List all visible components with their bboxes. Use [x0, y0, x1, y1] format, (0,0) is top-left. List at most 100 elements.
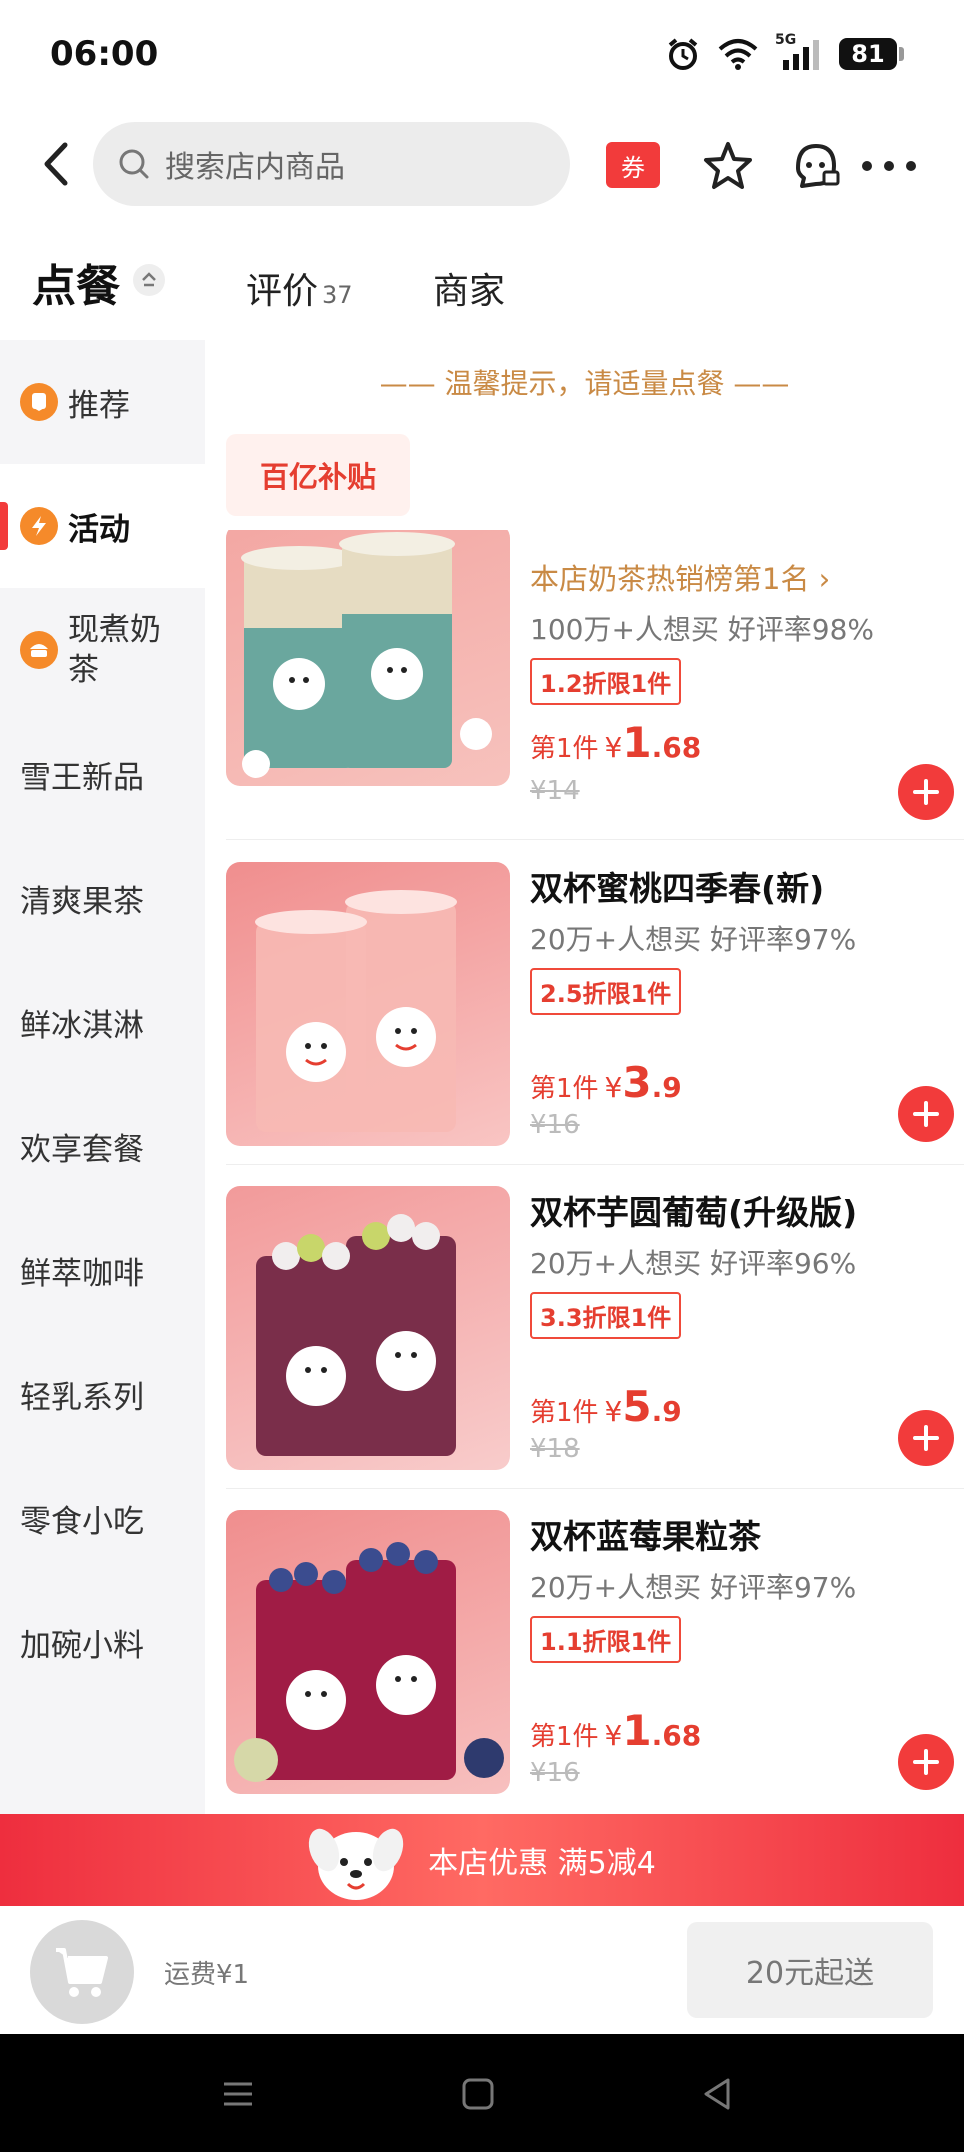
tab-review-label: 评价	[246, 271, 319, 312]
cart-button[interactable]	[30, 1920, 134, 2024]
sidebar-item-fruit-tea[interactable]: 清爽果茶	[0, 836, 205, 960]
menu-icon[interactable]	[216, 2072, 260, 2116]
discount-tag: 1.1折限1件	[530, 1616, 682, 1663]
delivery-fee: 运费¥1	[164, 1960, 250, 1990]
price-line: 第1件 ¥1.68	[530, 1706, 701, 1755]
price-symbol: ¥	[604, 1719, 623, 1752]
sidebar-item-activity[interactable]: 活动	[0, 464, 205, 588]
sidebar-item-toppings[interactable]: 加碗小料	[0, 1580, 205, 1704]
product-image[interactable]	[226, 530, 510, 786]
product-image[interactable]	[226, 1186, 510, 1470]
price-prefix: 第1件	[530, 734, 599, 764]
sidebar-item-new[interactable]: 雪王新品	[0, 712, 205, 836]
price-prefix: 第1件	[530, 1398, 599, 1428]
divider	[226, 1488, 964, 1489]
subsidy-tag[interactable]: 百亿补贴	[226, 434, 410, 516]
store-tabs: 点餐 评价 37 商家	[0, 250, 964, 320]
favorite-star-icon[interactable]	[700, 138, 756, 194]
coupon-button[interactable]: 券	[606, 142, 660, 188]
price-line: 第1件 ¥3.9	[530, 1058, 682, 1107]
more-dot-icon	[884, 161, 894, 171]
tab-review[interactable]: 评价 37	[246, 262, 353, 314]
product-image[interactable]	[226, 1510, 510, 1794]
add-to-cart-button[interactable]	[898, 1086, 954, 1142]
divider	[226, 1164, 964, 1165]
category-sidebar: 推荐 活动 现煮奶茶 雪王新品 清爽果茶 鲜冰淇淋 欢享套餐 鲜萃咖啡 轻乳系列…	[0, 340, 205, 1815]
price-main: 5	[622, 1382, 652, 1431]
tab-merchant[interactable]: 商家	[433, 262, 505, 314]
system-navigation-bar	[0, 2034, 964, 2152]
mascot-dog-icon	[308, 1828, 404, 1900]
add-to-cart-button[interactable]	[898, 1734, 954, 1790]
alarm-icon	[668, 38, 698, 70]
product-info: 本店奶茶热销榜第1名 › 100万+人想买 好评率98% 1.2折限1件	[530, 556, 950, 705]
more-options-button[interactable]	[862, 156, 916, 176]
product-list: 本店奶茶热销榜第1名 › 100万+人想买 好评率98% 1.2折限1件 第1件…	[205, 530, 964, 1815]
price-prefix: 第1件	[530, 1074, 599, 1104]
add-to-cart-button[interactable]	[898, 1410, 954, 1466]
product-card[interactable]: 双杯蓝莓果粒茶 20万+人想买 好评率97% 1.1折限1件 第1件 ¥1.68 …	[226, 1510, 956, 1810]
product-info: 双杯芋圆葡萄(升级版) 20万+人想买 好评率96% 3.3折限1件	[530, 1186, 950, 1339]
product-stats: 20万+人想买 好评率97%	[530, 1571, 857, 1604]
back-button[interactable]	[30, 138, 82, 190]
back-triangle-icon[interactable]	[696, 2072, 740, 2116]
price-decimal: .68	[651, 1719, 702, 1752]
min-order-button[interactable]: 20元起送	[687, 1922, 933, 2018]
original-price: ¥16	[530, 1110, 580, 1140]
price-symbol: ¥	[604, 1395, 623, 1428]
sidebar-item-snacks[interactable]: 零食小吃	[0, 1456, 205, 1580]
sidebar-item-label: 推荐	[68, 387, 130, 424]
lightning-icon	[20, 507, 58, 545]
product-stats: 100万+人想买 好评率98%	[530, 613, 875, 646]
product-info: 双杯蜜桃四季春(新) 20万+人想买 好评率97% 2.5折限1件	[530, 862, 950, 1015]
price-decimal: .9	[651, 1071, 682, 1104]
battery-tip	[899, 47, 904, 61]
divider	[226, 839, 964, 840]
product-stats: 20万+人想买 好评率97%	[530, 923, 857, 956]
search-placeholder: 搜索店内商品	[165, 150, 345, 185]
wifi-icon	[718, 39, 758, 70]
plus-icon	[913, 1425, 939, 1451]
plus-icon	[913, 779, 939, 805]
add-to-cart-button[interactable]	[898, 764, 954, 820]
price-decimal: .9	[651, 1395, 682, 1428]
rank-link[interactable]: 本店奶茶热销榜第1名 ›	[530, 556, 950, 598]
product-title: 双杯芋圆葡萄(升级版)	[530, 1193, 858, 1232]
recommend-icon	[20, 383, 58, 421]
sidebar-item-recommend[interactable]: 推荐	[0, 340, 205, 464]
collapse-arrow-icon[interactable]	[133, 264, 165, 296]
search-input[interactable]: 搜索店内商品	[93, 122, 570, 206]
product-image[interactable]	[226, 862, 510, 1146]
home-square-icon[interactable]	[456, 2072, 500, 2116]
price-line: 第1件 ¥1.68	[530, 718, 701, 767]
price-line: 第1件 ¥5.9	[530, 1382, 682, 1431]
sidebar-item-light-milk[interactable]: 轻乳系列	[0, 1332, 205, 1456]
notice-text: —— 温馨提示，请适量点餐 ——	[379, 367, 790, 400]
price-decimal: .68	[651, 731, 702, 764]
sidebar-item-coffee[interactable]: 鲜萃咖啡	[0, 1208, 205, 1332]
status-bar: 06:00 5G 81	[0, 0, 964, 110]
shopping-cart-icon	[56, 1948, 108, 1997]
product-title: 双杯蜜桃四季春(新)	[530, 869, 825, 908]
price-symbol: ¥	[604, 731, 623, 764]
product-card[interactable]: 本店奶茶热销榜第1名 › 100万+人想买 好评率98% 1.2折限1件 第1件…	[226, 530, 956, 820]
review-count: 37	[322, 281, 353, 309]
customer-service-icon[interactable]	[788, 138, 844, 194]
cart-bar: 运费¥1 20元起送	[0, 1906, 964, 2034]
product-info: 双杯蓝莓果粒茶 20万+人想买 好评率97% 1.1折限1件	[530, 1510, 950, 1663]
tab-order[interactable]: 点餐	[32, 250, 120, 314]
product-stats: 20万+人想买 好评率96%	[530, 1247, 857, 1280]
original-price: ¥18	[530, 1434, 580, 1464]
sidebar-item-label: 活动	[68, 511, 130, 548]
sidebar-item-ice-cream[interactable]: 鲜冰淇淋	[0, 960, 205, 1084]
promo-banner[interactable]: 本店优惠 满5减4	[0, 1814, 964, 1906]
promo-text: 本店优惠 满5减4	[428, 1846, 656, 1881]
price-main: 3	[622, 1058, 652, 1107]
product-card[interactable]: 双杯芋圆葡萄(升级版) 20万+人想买 好评率96% 3.3折限1件 第1件 ¥5…	[226, 1186, 956, 1486]
status-time: 06:00	[50, 34, 159, 74]
original-price: ¥14	[530, 776, 580, 806]
price-main: 1	[622, 1706, 652, 1755]
product-card[interactable]: 双杯蜜桃四季春(新) 20万+人想买 好评率97% 2.5折限1件 第1件 ¥3.…	[226, 862, 956, 1162]
sidebar-item-milk-tea[interactable]: 现煮奶茶	[0, 588, 205, 712]
sidebar-item-combo[interactable]: 欢享套餐	[0, 1084, 205, 1208]
